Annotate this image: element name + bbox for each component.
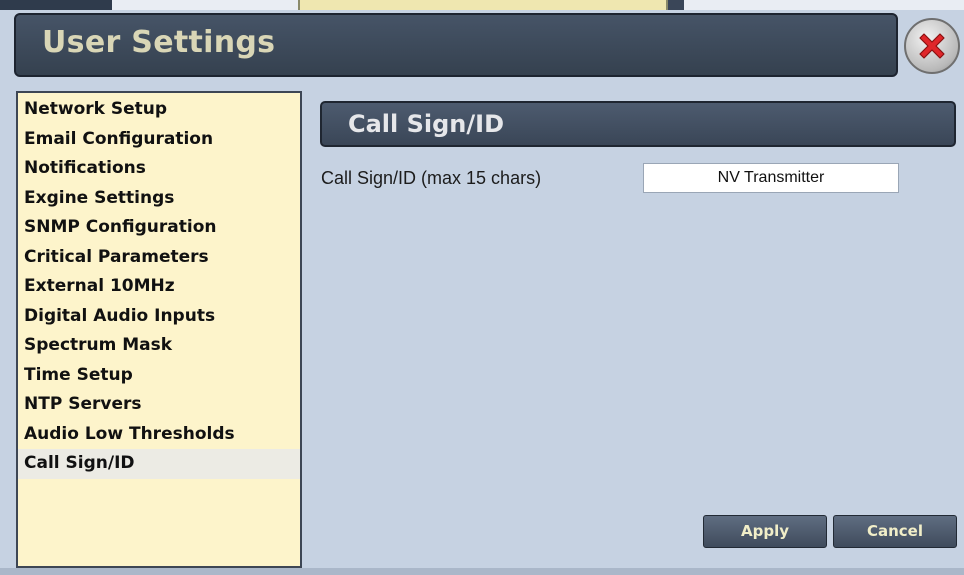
top-strip-dark-segment [0,0,112,10]
close-x-icon [919,33,945,59]
sidebar-item-audio-low-thresholds[interactable]: Audio Low Thresholds [18,420,300,450]
sidebar-item-email-configuration[interactable]: Email Configuration [18,125,300,155]
sidebar-item-call-sign-id[interactable]: Call Sign/ID [18,449,300,479]
sidebar-list: Network Setup Email Configuration Notifi… [18,95,300,479]
sidebar-item-digital-audio-inputs[interactable]: Digital Audio Inputs [18,302,300,332]
apply-button[interactable]: Apply [703,515,827,548]
sidebar-item-external-10mhz[interactable]: External 10MHz [18,272,300,302]
sidebar-item-exgine-settings[interactable]: Exgine Settings [18,184,300,214]
settings-sidebar: Network Setup Email Configuration Notifi… [16,91,302,568]
bottom-edge [0,568,964,575]
top-strip [0,0,964,10]
cancel-button[interactable]: Cancel [833,515,957,548]
top-strip-tab [298,0,668,10]
sidebar-item-notifications[interactable]: Notifications [18,154,300,184]
sidebar-item-time-setup[interactable]: Time Setup [18,361,300,391]
top-strip-tab-edge [668,0,684,10]
sidebar-item-critical-parameters[interactable]: Critical Parameters [18,243,300,273]
sidebar-item-spectrum-mask[interactable]: Spectrum Mask [18,331,300,361]
sidebar-item-ntp-servers[interactable]: NTP Servers [18,390,300,420]
window-title-bar: User Settings [14,13,898,77]
call-sign-label: Call Sign/ID (max 15 chars) [321,168,542,188]
call-sign-input[interactable] [643,163,899,193]
close-button[interactable] [904,18,960,74]
section-title: Call Sign/ID [348,110,505,138]
sidebar-item-network-setup[interactable]: Network Setup [18,95,300,125]
window-title: User Settings [42,25,276,60]
section-header: Call Sign/ID [320,101,956,147]
sidebar-item-snmp-configuration[interactable]: SNMP Configuration [18,213,300,243]
